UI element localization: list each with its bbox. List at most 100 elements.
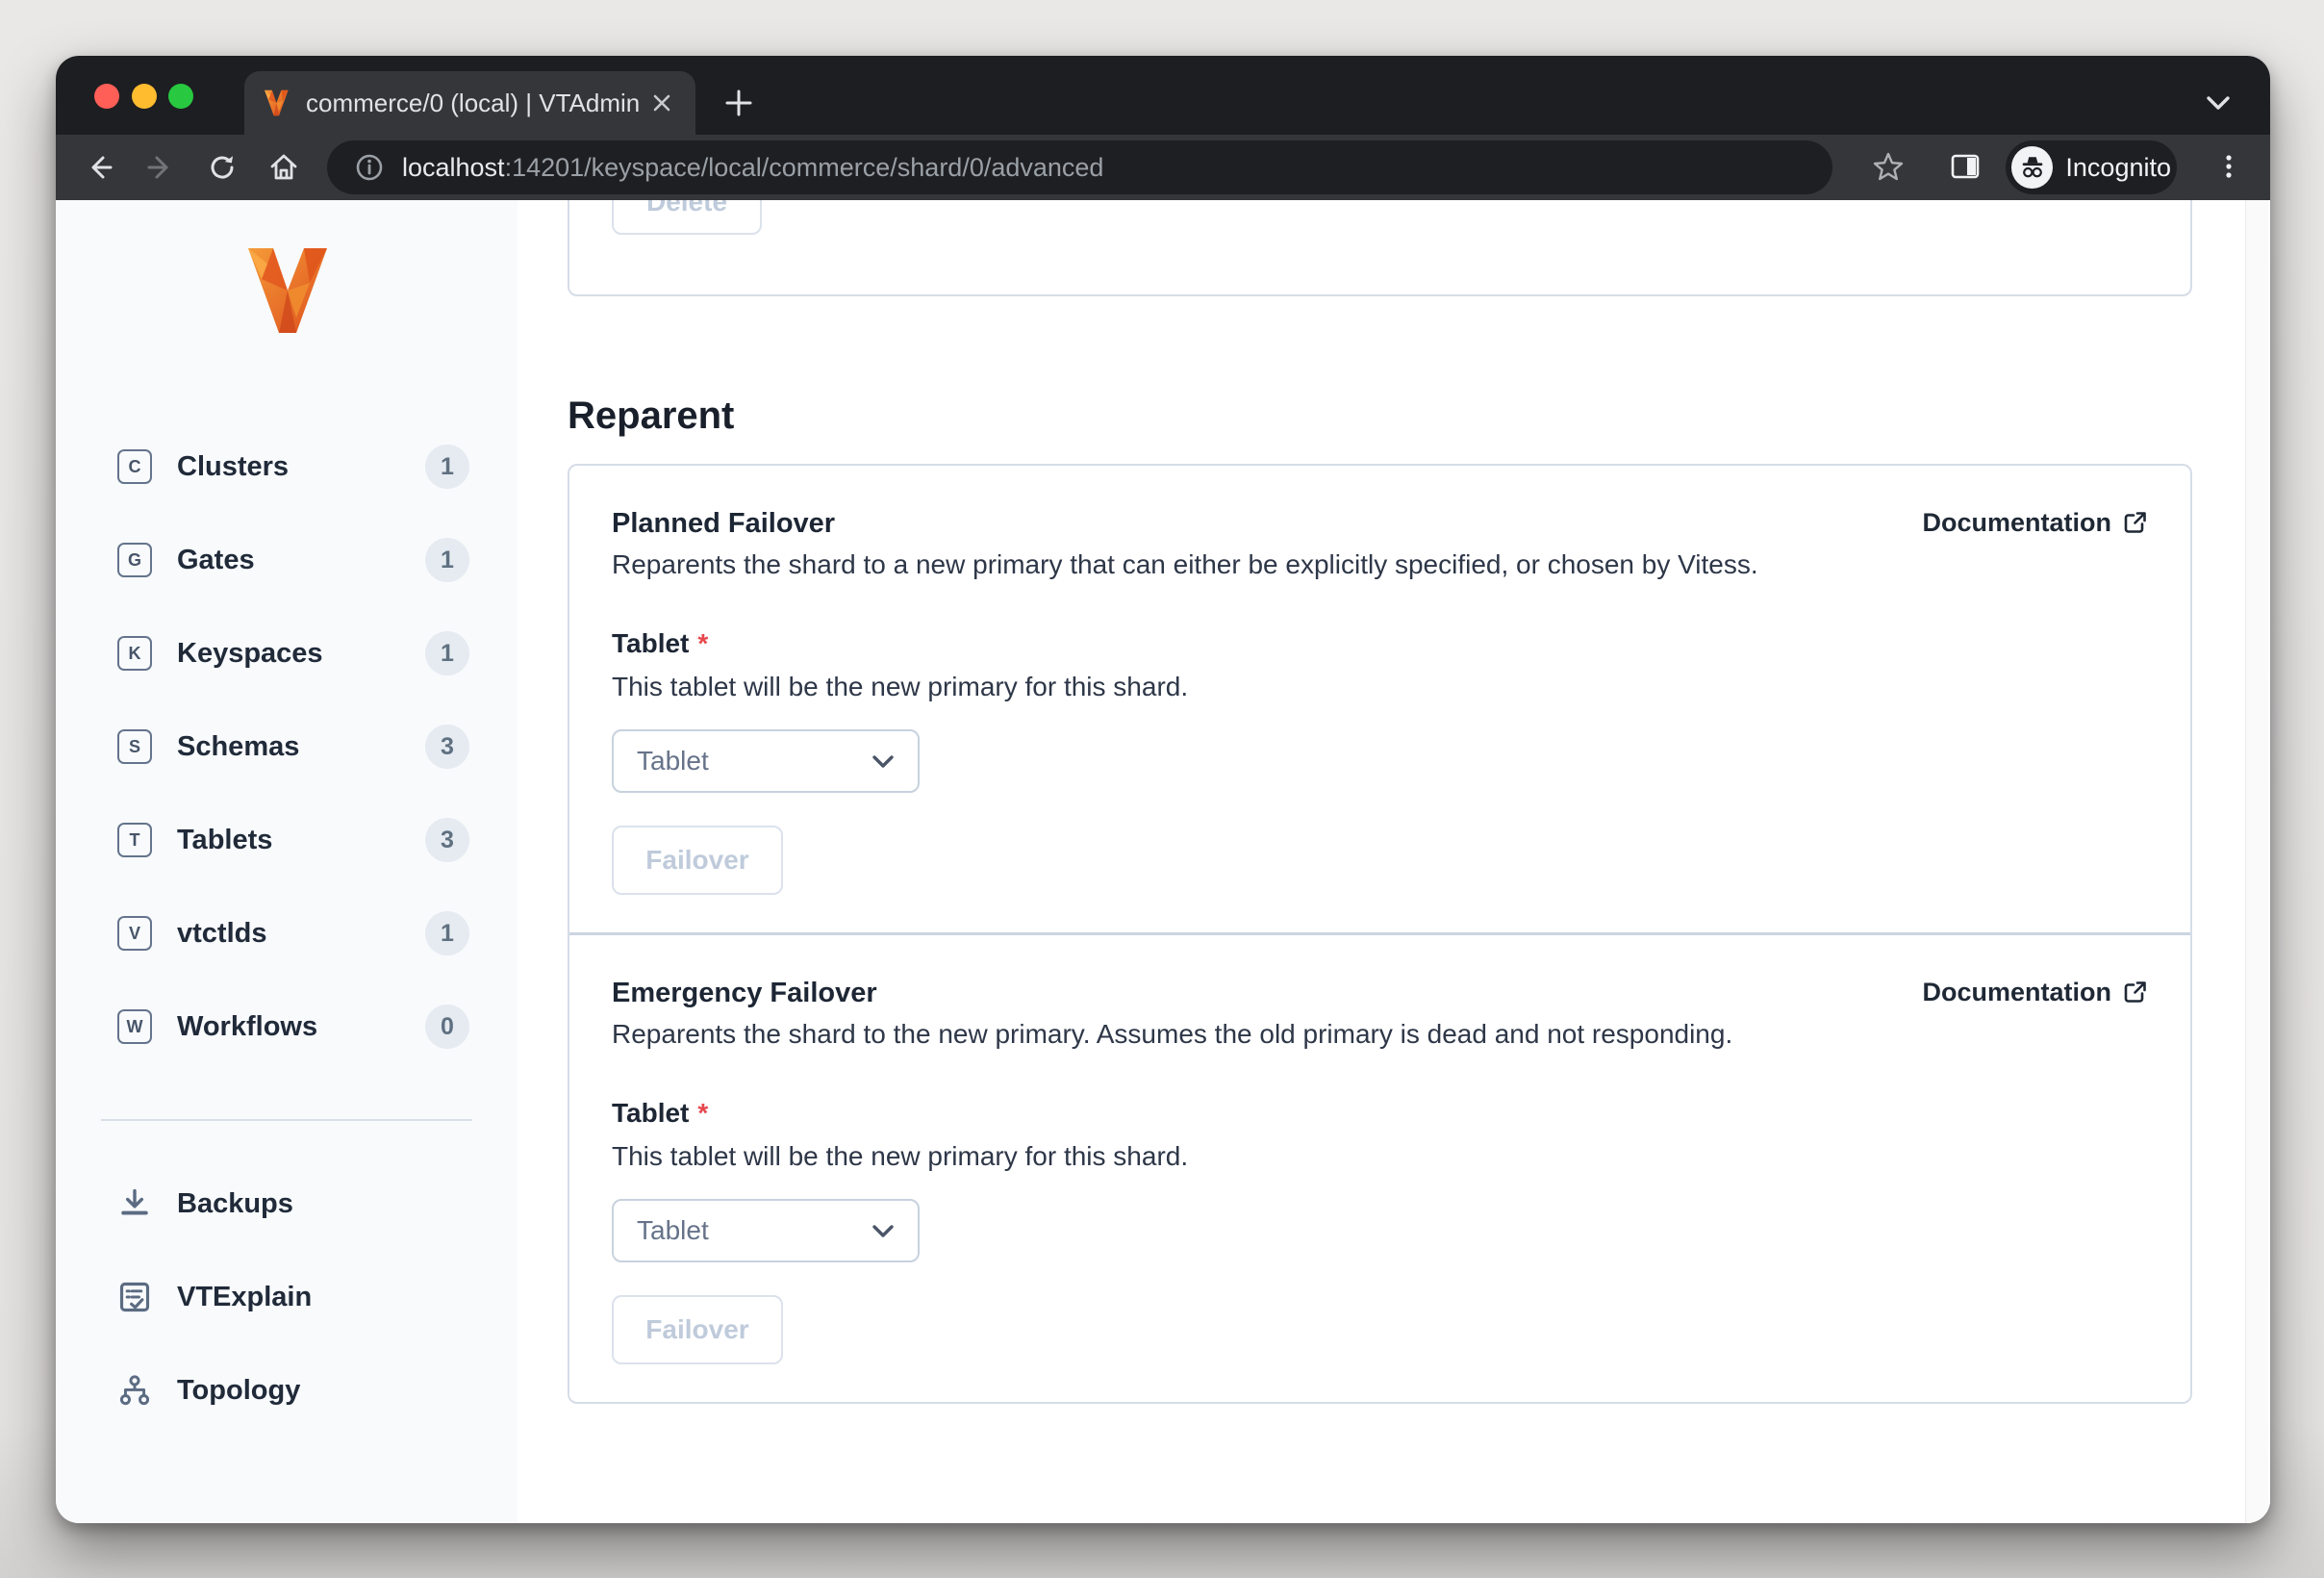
sidebar-item-label: Tablets xyxy=(177,824,273,855)
main-panel: Delete Reparent Planned Failover Documen… xyxy=(518,200,2270,1523)
browser-toolbar: localhost:14201/keyspace/local/commerce/… xyxy=(56,135,2270,200)
url-bar[interactable]: localhost:14201/keyspace/local/commerce/… xyxy=(327,140,1832,194)
incognito-badge: Incognito xyxy=(2006,140,2177,194)
sidebar-item-label: Topology xyxy=(177,1374,301,1406)
tablet-field-help: This tablet will be the new primary for … xyxy=(612,1141,1189,1171)
home-icon[interactable] xyxy=(267,151,300,184)
reload-icon[interactable] xyxy=(206,151,239,184)
download-icon xyxy=(121,1188,148,1215)
tablet-field-label: Tablet * xyxy=(612,628,709,658)
sidebar-item-label: Clusters xyxy=(177,450,290,482)
documentation-label: Documentation xyxy=(1922,508,2111,537)
sidebar-item-gates[interactable]: G Gates 1 xyxy=(56,537,518,583)
emergency-failover-section: Emergency Failover Documentation Reparen… xyxy=(569,932,2190,1402)
section-title: Emergency Failover xyxy=(612,978,877,1008)
schemas-icon: S xyxy=(117,729,152,764)
failover-button[interactable]: Failover xyxy=(612,826,783,895)
sidebar-item-label: VTExplain xyxy=(177,1281,313,1312)
minimize-window-button[interactable] xyxy=(132,84,157,109)
zoom-window-button[interactable] xyxy=(168,84,193,109)
bookmark-star-icon[interactable] xyxy=(1872,150,1905,183)
count-badge: 1 xyxy=(425,911,469,955)
sidebar-item-label: Backups xyxy=(177,1187,293,1219)
external-link-icon xyxy=(2124,981,2146,1003)
vtctlds-icon: V xyxy=(117,916,152,951)
url-host: localhost xyxy=(402,152,505,182)
documentation-label: Documentation xyxy=(1922,978,2111,1006)
url-text: localhost:14201/keyspace/local/commerce/… xyxy=(402,153,1103,183)
sidebar-nav: C Clusters 1 G Gates 1 K Keyspaces 1 S S… xyxy=(56,444,518,1050)
sidebar-item-topology[interactable]: Topology xyxy=(56,1367,518,1413)
tablet-select[interactable]: Tablet xyxy=(612,729,920,793)
sidebar-divider xyxy=(101,1119,472,1121)
sidebar-item-workflows[interactable]: W Workflows 0 xyxy=(56,1004,518,1050)
tab-title: commerce/0 (local) | VTAdmin xyxy=(306,88,641,117)
url-path: :14201/keyspace/local/commerce/shard/0/a… xyxy=(504,152,1104,182)
section-description: Reparents the shard to the new primary. … xyxy=(612,1019,1733,1049)
count-badge: 1 xyxy=(425,445,469,489)
sidebar-item-schemas[interactable]: S Schemas 3 xyxy=(56,724,518,770)
info-icon[interactable] xyxy=(354,152,385,183)
failover-button[interactable]: Failover xyxy=(612,1295,783,1364)
close-window-button[interactable] xyxy=(94,84,119,109)
section-description: Reparents the shard to a new primary tha… xyxy=(612,549,1758,579)
sidebar-tools: Backups VTExplain Topology xyxy=(56,1181,518,1413)
sidebar-item-label: Schemas xyxy=(177,730,300,762)
scrollbar[interactable] xyxy=(2245,200,2268,1523)
sidebar: C Clusters 1 G Gates 1 K Keyspaces 1 S S… xyxy=(56,200,518,1523)
workflows-icon: W xyxy=(117,1009,152,1044)
sidebar-item-label: Keyspaces xyxy=(177,637,323,669)
menu-three-dots-icon[interactable] xyxy=(2212,150,2245,183)
sidebar-item-clusters[interactable]: C Clusters 1 xyxy=(56,444,518,490)
incognito-icon xyxy=(2011,146,2054,189)
clusters-icon: C xyxy=(117,449,152,484)
sidebar-item-vtexplain[interactable]: VTExplain xyxy=(56,1274,518,1320)
browser-tab[interactable]: commerce/0 (local) | VTAdmin xyxy=(244,71,695,135)
count-badge: 1 xyxy=(425,631,469,675)
browser-window: commerce/0 (local) | VTAdmin localhost:1… xyxy=(56,56,2270,1523)
tab-strip: commerce/0 (local) | VTAdmin xyxy=(56,56,2270,135)
required-asterisk: * xyxy=(697,628,709,658)
vitess-logo[interactable] xyxy=(239,242,335,339)
select-value: Tablet xyxy=(637,1215,709,1245)
sidebar-item-label: Gates xyxy=(177,544,255,575)
count-badge: 3 xyxy=(425,725,469,769)
select-value: Tablet xyxy=(637,746,709,776)
count-badge: 1 xyxy=(425,538,469,582)
documentation-link[interactable]: Documentation xyxy=(1922,508,2148,538)
page-title: Reparent xyxy=(568,394,735,437)
delete-button[interactable]: Delete xyxy=(612,200,762,235)
vitess-favicon-icon xyxy=(265,89,289,116)
count-badge: 3 xyxy=(425,818,469,862)
sidebar-item-backups[interactable]: Backups xyxy=(56,1181,518,1227)
sidebar-item-tablets[interactable]: T Tablets 3 xyxy=(56,817,518,863)
documentation-link[interactable]: Documentation xyxy=(1922,978,2148,1007)
tablet-field-label: Tablet * xyxy=(612,1098,709,1128)
section-title: Planned Failover xyxy=(612,508,836,539)
tablet-field-help: This tablet will be the new primary for … xyxy=(612,672,1189,701)
vtexplain-icon xyxy=(119,1282,150,1312)
sidebar-item-label: vtctlds xyxy=(177,917,267,949)
danger-zone-card: Delete xyxy=(568,200,2192,296)
incognito-label: Incognito xyxy=(2065,152,2171,182)
sidebar-item-vtctlds[interactable]: V vtctlds 1 xyxy=(56,910,518,956)
tab-close-icon[interactable] xyxy=(649,90,674,115)
sidebar-item-keyspaces[interactable]: K Keyspaces 1 xyxy=(56,630,518,676)
keyspaces-icon: K xyxy=(117,636,152,671)
tablets-icon: T xyxy=(117,823,152,857)
forward-icon[interactable] xyxy=(144,151,177,184)
planned-failover-section: Planned Failover Documentation Reparents… xyxy=(569,466,2190,932)
external-link-icon xyxy=(2124,512,2146,533)
back-icon[interactable] xyxy=(83,151,115,184)
tab-strip-chevron-down-icon[interactable] xyxy=(2199,87,2237,119)
count-badge: 0 xyxy=(425,1005,469,1049)
chevron-down-icon xyxy=(872,1224,894,1237)
side-panel-icon[interactable] xyxy=(1949,150,1982,183)
chevron-down-icon xyxy=(872,754,894,768)
topology-icon xyxy=(119,1375,150,1406)
new-tab-button[interactable] xyxy=(720,84,758,122)
gates-icon: G xyxy=(117,543,152,577)
sidebar-item-label: Workflows xyxy=(177,1010,318,1042)
reparent-card: Planned Failover Documentation Reparents… xyxy=(568,464,2192,1404)
tablet-select[interactable]: Tablet xyxy=(612,1199,920,1262)
